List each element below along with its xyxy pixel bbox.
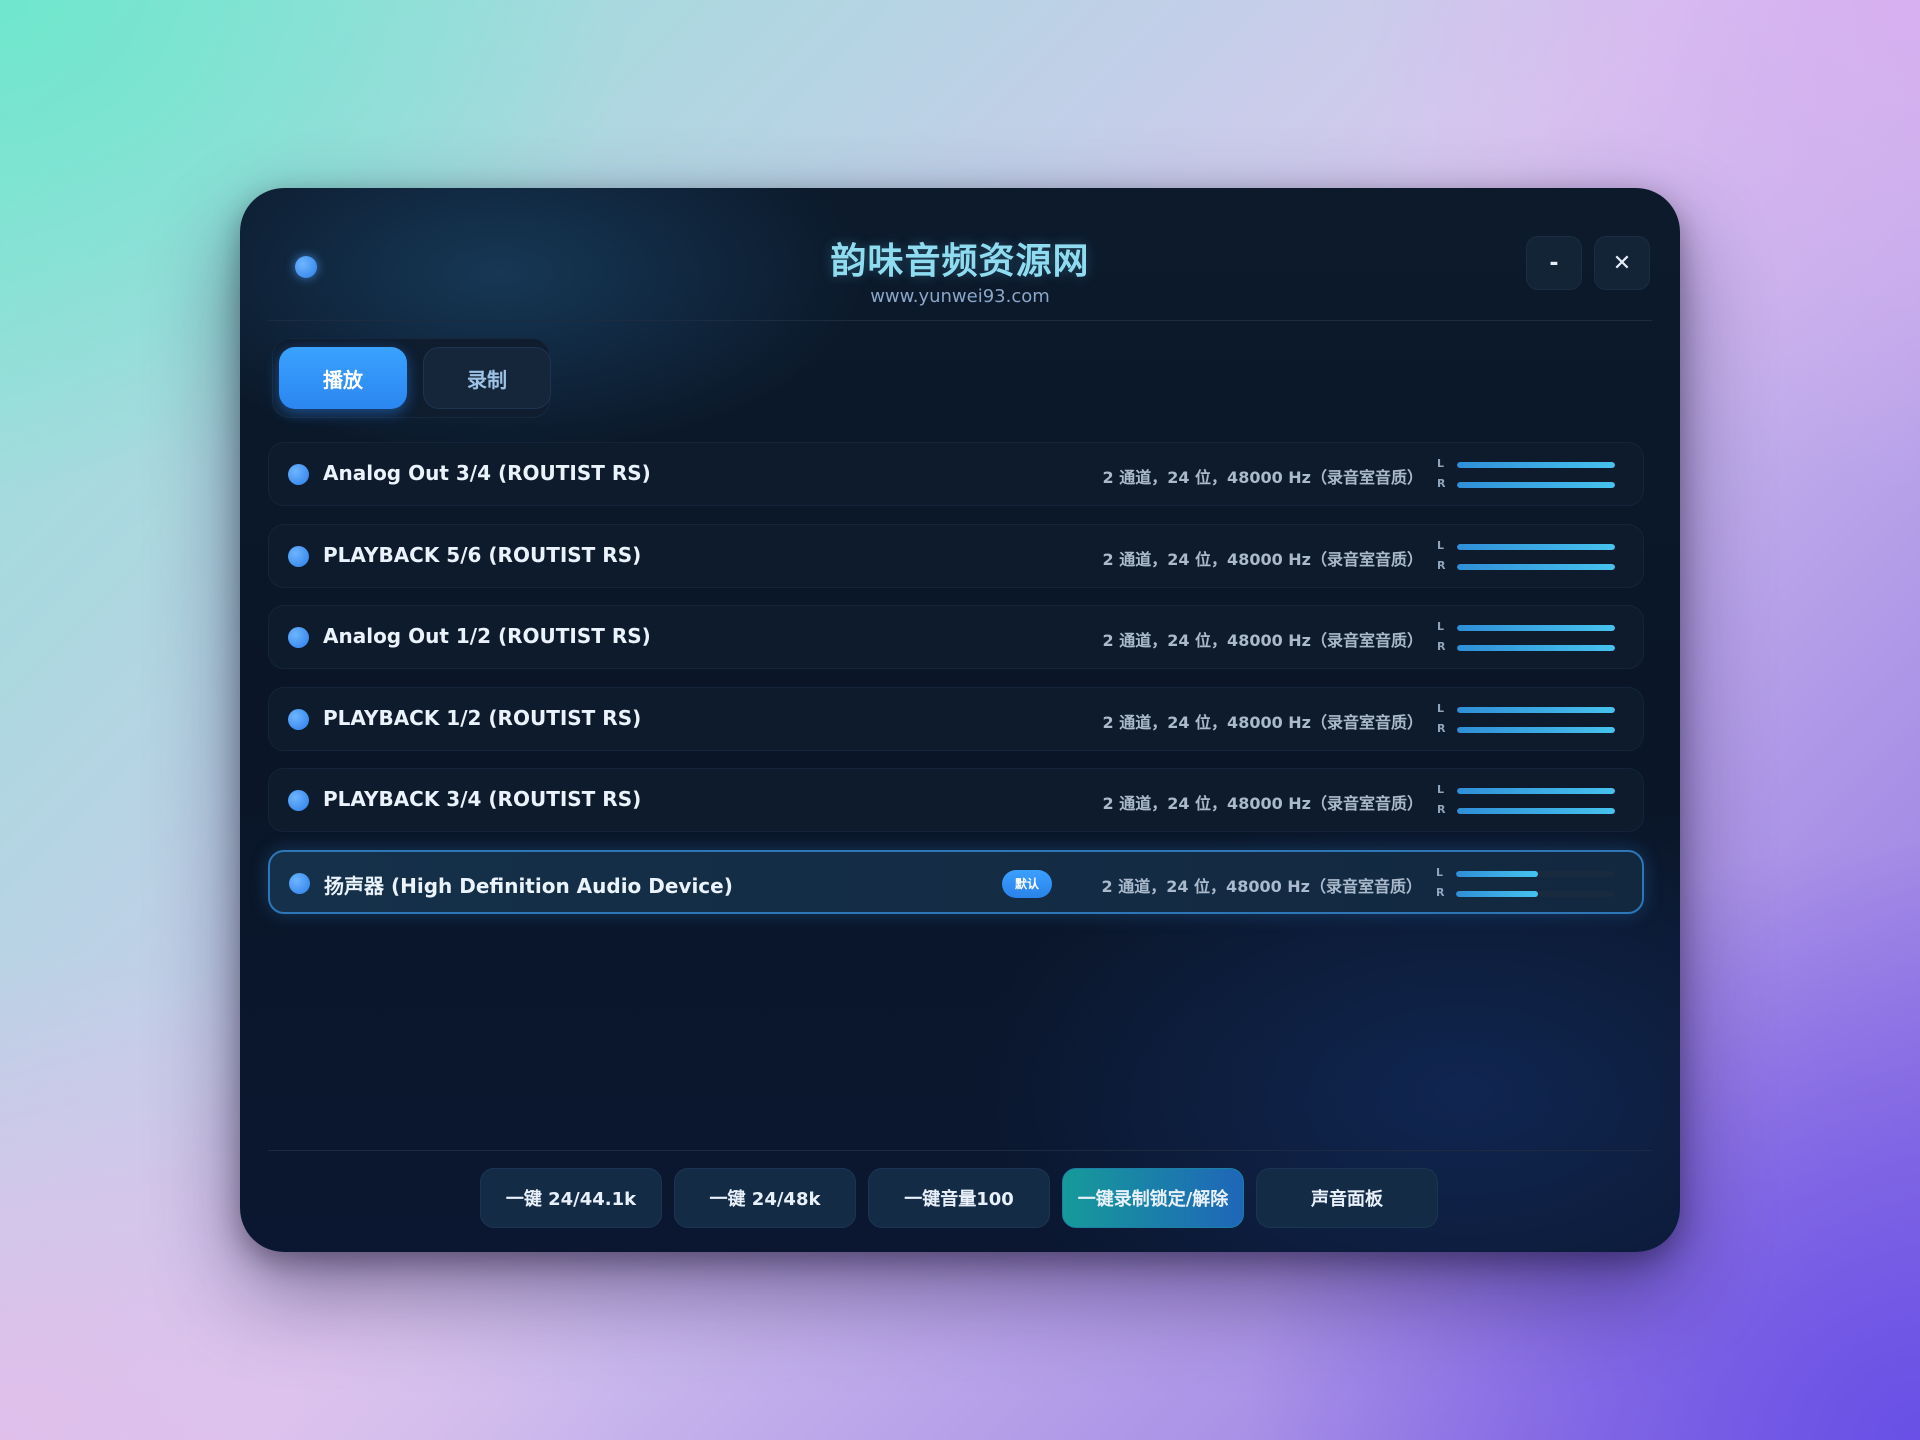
meter-label-left: L — [1437, 538, 1445, 552]
app-window: 韵味音频资源网 www.yunwei93.com - ✕ 播放 录制 Analo… — [240, 188, 1680, 1252]
meter-fill-right — [1457, 563, 1615, 570]
meter-label-right: R — [1437, 558, 1446, 572]
app-url: www.yunwei93.com — [870, 286, 1050, 307]
meter-track-right — [1457, 563, 1615, 570]
device-name: PLAYBACK 1/2 (ROUTIST RS) — [323, 705, 642, 730]
meter-track-right — [1457, 482, 1615, 488]
level-meter: L R — [1437, 618, 1627, 658]
device-row[interactable]: 扬声器 (High Definition Audio Device) 2 通道，… — [268, 849, 1644, 914]
preset-24-44k-button[interactable]: 一键 24/44.1k — [480, 1168, 662, 1228]
close-button[interactable]: ✕ — [1594, 236, 1650, 290]
meter-fill-left — [1457, 543, 1615, 550]
device-status-icon — [288, 464, 309, 485]
meter-label-left: L — [1437, 701, 1445, 715]
meter-fill-left — [1457, 625, 1615, 631]
meter-fill-right — [1457, 808, 1615, 814]
tab-playback[interactable]: 播放 — [279, 347, 407, 409]
title-block: 韵味音频资源网 www.yunwei93.com — [240, 232, 1680, 307]
volume-100-button[interactable]: 一键音量100 — [868, 1168, 1050, 1228]
meter-label-left: L — [1437, 620, 1445, 633]
meter-track-right — [1457, 808, 1615, 814]
device-row[interactable]: Analog Out 1/2 (ROUTIST RS) 2 通道，24 位，48… — [268, 605, 1644, 669]
device-row[interactable]: Analog Out 3/4 (ROUTIST RS) 2 通道，24 位，48… — [268, 442, 1644, 506]
meter-fill-right — [1457, 482, 1615, 488]
meter-track-left — [1457, 706, 1615, 713]
meter-fill-left — [1456, 870, 1539, 877]
meter-track-right — [1457, 645, 1615, 651]
record-lock-toggle-button[interactable]: 一键录制锁定/解除 — [1062, 1168, 1244, 1228]
device-name: 扬声器 (High Definition Audio Device) — [324, 873, 733, 898]
device-status-icon — [289, 872, 310, 894]
meter-track-right — [1457, 726, 1615, 733]
meter-fill-right — [1457, 726, 1615, 733]
meter-track-left — [1457, 543, 1615, 550]
device-list: Analog Out 3/4 (ROUTIST RS) 2 通道，24 位，48… — [268, 442, 1644, 931]
level-meter: L R — [1437, 700, 1627, 740]
default-badge: 默认 — [1002, 869, 1052, 898]
level-meter: L R — [1437, 537, 1627, 577]
device-format: 2 通道，24 位，48000 Hz（录音室音质） — [1102, 712, 1423, 732]
preset-24-48k-button[interactable]: 一键 24/48k — [674, 1168, 856, 1228]
meter-label-right: R — [1437, 803, 1446, 816]
sound-panel-button[interactable]: 声音面板 — [1256, 1168, 1438, 1228]
meter-track-left — [1457, 462, 1615, 468]
device-name: PLAYBACK 3/4 (ROUTIST RS) — [323, 787, 642, 811]
device-row[interactable]: PLAYBACK 3/4 (ROUTIST RS) 2 通道，24 位，4800… — [268, 768, 1644, 832]
device-format: 2 通道，24 位，48000 Hz（录音室音质） — [1102, 549, 1423, 569]
meter-label-right: R — [1437, 721, 1446, 735]
meter-fill-left — [1457, 462, 1615, 468]
device-format: 2 通道，24 位，48000 Hz（录音室音质） — [1102, 468, 1423, 487]
device-status-icon — [288, 790, 309, 811]
device-name: PLAYBACK 5/6 (ROUTIST RS) — [323, 542, 642, 567]
action-bar: 一键 24/44.1k 一键 24/48k 一键音量100 一键录制锁定/解除 声音面板 — [240, 1168, 1680, 1228]
meter-label-right: R — [1437, 640, 1446, 653]
level-meter: L R — [1437, 781, 1627, 821]
device-format: 2 通道，24 位，48000 Hz（录音室音质） — [1102, 631, 1423, 650]
device-name: Analog Out 1/2 (ROUTIST RS) — [323, 624, 651, 648]
meter-label-right: R — [1437, 477, 1446, 490]
meter-fill-left — [1457, 788, 1615, 794]
footer-divider — [268, 1150, 1652, 1151]
level-meter: L R — [1436, 864, 1626, 904]
meter-label-left: L — [1437, 783, 1445, 796]
mode-tabs: 播放 录制 — [272, 338, 551, 418]
app-title: 韵味音频资源网 — [830, 241, 1090, 282]
device-row[interactable]: PLAYBACK 1/2 (ROUTIST RS) 2 通道，24 位，4800… — [268, 686, 1644, 751]
header-divider — [268, 320, 1652, 321]
device-row[interactable]: PLAYBACK 5/6 (ROUTIST RS) 2 通道，24 位，4800… — [268, 523, 1644, 588]
meter-fill-right — [1457, 645, 1615, 651]
tab-recording[interactable]: 录制 — [423, 347, 551, 409]
device-status-icon — [288, 627, 309, 648]
meter-fill-left — [1457, 706, 1615, 713]
meter-track-left — [1457, 625, 1615, 631]
meter-label-right: R — [1436, 885, 1445, 899]
meter-track-left — [1457, 788, 1615, 794]
device-status-icon — [288, 545, 309, 567]
device-name: Analog Out 3/4 (ROUTIST RS) — [323, 461, 651, 485]
meter-label-left: L — [1436, 865, 1444, 879]
meter-fill-right — [1456, 890, 1539, 897]
device-format: 2 通道，24 位，48000 Hz（录音室音质） — [1102, 794, 1423, 813]
meter-track-left — [1456, 870, 1614, 877]
meter-track-right — [1456, 890, 1614, 897]
level-meter: L R — [1437, 455, 1627, 495]
title-bar: 韵味音频资源网 www.yunwei93.com - ✕ — [240, 188, 1680, 320]
meter-label-left: L — [1437, 457, 1445, 470]
device-format: 2 通道，24 位，48000 Hz（录音室音质） — [1101, 876, 1422, 896]
minimize-button[interactable]: - — [1526, 236, 1582, 290]
device-status-icon — [288, 708, 309, 730]
